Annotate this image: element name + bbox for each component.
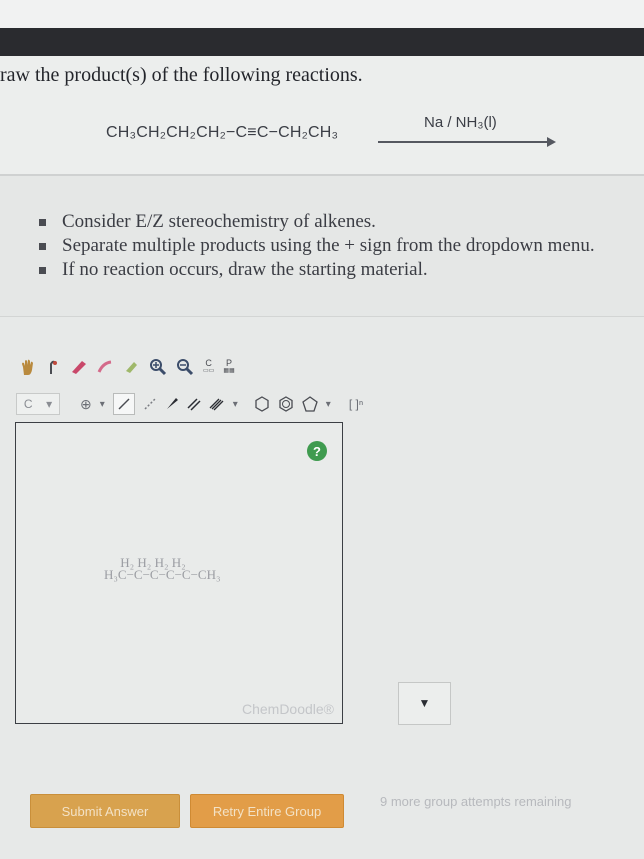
starting-structure[interactable]: H₂ H₂ H₂ H₂ H₃C−C−C−C−C−CH₃ [104,556,221,582]
carbon-label-text: C [205,358,212,368]
hand-icon[interactable] [20,356,36,378]
structure-chain: H₃C−C−C−C−C−CH₃ [104,567,221,582]
pencil-icon[interactable] [97,356,115,378]
zoom-in-icon[interactable] [149,356,167,378]
chevron-down-icon[interactable]: ▾ [326,393,331,415]
carbon-label-icon[interactable]: C ▭▭ [203,356,214,378]
retry-group-button[interactable]: Retry Entire Group [190,794,344,828]
instruction-item: Separate multiple products using the + s… [36,234,595,258]
wedge-bond-icon[interactable] [165,393,179,415]
instruction-item: Consider E/Z stereochemistry of alkenes. [36,210,595,234]
chevron-down-icon: ▼ [418,696,431,710]
charge-plus-icon[interactable]: ⊕ [80,393,92,415]
divider [0,316,644,317]
plus-sign-dropdown[interactable]: ▼ [398,682,451,725]
benzene-icon[interactable] [278,393,294,415]
element-select[interactable]: C ▾ [16,393,60,415]
reaction-arrow [378,137,556,147]
paint-icon[interactable] [124,356,140,378]
instructions-panel: Consider E/Z stereochemistry of alkenes.… [0,176,644,316]
ring-pentagon-icon[interactable] [302,393,318,415]
submit-answer-button[interactable]: Submit Answer [30,794,180,828]
question-prompt: raw the product(s) of the following reac… [0,64,363,86]
question-panel: raw the product(s) of the following reac… [0,56,644,174]
single-bond-button[interactable] [112,393,135,415]
periodic-label-text: P [226,358,233,368]
attempts-remaining: 9 more group attempts remaining [380,794,572,809]
toolbar-row-1: C ▭▭ P ▦▦ [20,354,235,380]
reactant-formula: CH₃CH₂CH₂CH₂−C≡C−CH₂CH₃ [106,124,339,141]
reagent-label: Na / NH₃(l) [424,114,497,131]
bracket-icon[interactable]: [ ]ⁿ [349,393,363,415]
drawing-canvas[interactable]: ? H₂ H₂ H₂ H₂ H₃C−C−C−C−C−CH₃ ChemDoodle… [15,422,343,724]
chevron-down-icon[interactable]: ▾ [100,393,105,415]
chemdoodle-watermark: ChemDoodle® [241,701,334,717]
zoom-out-icon[interactable] [176,356,194,378]
lasso-icon[interactable] [45,356,61,378]
carbon-label-sub: ▭▭ [203,368,215,374]
periodic-table-icon[interactable]: P ▦▦ [223,356,234,378]
double-bond-icon[interactable] [187,393,201,415]
triple-bond-icon[interactable] [209,393,225,415]
eraser-icon[interactable] [70,356,88,378]
dashed-bond-icon[interactable] [143,393,157,415]
instructions-list: Consider E/Z stereochemistry of alkenes.… [36,210,595,282]
instruction-item: If no reaction occurs, draw the starting… [36,258,595,282]
ring-hexagon-icon[interactable] [254,393,270,415]
periodic-label-sub: ▦▦ [223,368,235,374]
header-band [0,28,644,56]
help-icon[interactable]: ? [307,441,327,461]
element-select-value: C [23,397,33,411]
toolbar-row-2: C ▾ ⊕ ▾ ▾ ▾ [ ]ⁿ [16,392,363,416]
chevron-down-icon[interactable]: ▾ [233,393,238,415]
chevron-down-icon: ▾ [46,397,53,411]
browser-top-bar [0,0,644,29]
